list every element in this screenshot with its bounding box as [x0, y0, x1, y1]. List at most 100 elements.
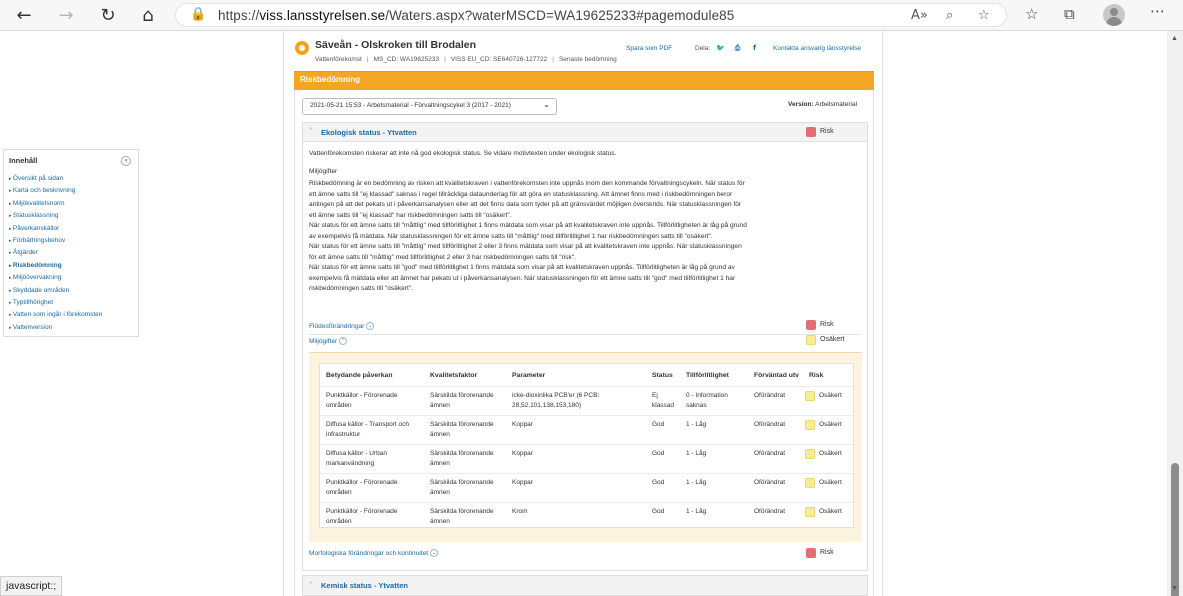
contact-link[interactable]: Kontakta ansvarig länsstyrelse: [773, 45, 861, 52]
toc-item[interactable]: Översikt på sidan: [9, 173, 133, 185]
scroll-up-icon[interactable]: ▲: [1171, 35, 1178, 42]
table-row: Diffusa källor - Urban markanvändning Särs…: [320, 444, 853, 473]
morphology-status-label: Risk: [820, 549, 834, 556]
forward-arrow-icon[interactable]: →: [54, 4, 78, 26]
toc-item[interactable]: Vatten som ingår i förekomsten: [9, 309, 133, 321]
chevron-down-icon: ˅: [309, 581, 313, 590]
risk-indicator-icon: [806, 320, 816, 330]
table-cell-status: Ej klassad: [652, 392, 675, 409]
table-cell-tillforlitlighet: 1 - Låg: [686, 450, 707, 457]
toc-item[interactable]: Statusklassning: [9, 210, 133, 222]
toc-item[interactable]: Typtillhörighet: [9, 297, 133, 309]
text-line: ett ämne satts till "ej klassad" har ris…: [309, 211, 512, 219]
toc-item[interactable]: Vattenversion: [9, 322, 133, 334]
miljogifter-table: Betydande påverkan Kvalitetsfaktor Param…: [319, 363, 854, 528]
miljogifter-status-label: Osäkert: [820, 336, 845, 343]
home-icon[interactable]: ⌂: [136, 4, 160, 26]
collapse-icon: ⌃: [339, 337, 348, 345]
text-line: antingen på att det pekats ut i påverkan…: [309, 201, 742, 208]
toc-item[interactable]: Påverkanskällor: [9, 223, 133, 235]
miljogifter-heading: Miljögifter: [309, 168, 338, 175]
table-cell-paverkan: Punktkällor - Förorenade områden: [326, 392, 398, 409]
toc-item[interactable]: Karta och beskrivning: [9, 185, 133, 197]
back-arrow-icon[interactable]: ←: [12, 4, 36, 26]
more-icon[interactable]: ⋯: [1150, 2, 1165, 20]
toc-item[interactable]: Riskbedömning: [9, 260, 133, 272]
ecological-summary: Vattenförekomsten riskerar att inte nå g…: [309, 150, 617, 157]
risk-indicator-icon: [806, 548, 816, 558]
table-cell-status: God: [652, 479, 665, 486]
table-cell-risk: Osäkert: [819, 421, 842, 428]
text-line: När status för ett ämne satts till "mått…: [309, 222, 747, 229]
toc-item[interactable]: Miljökvalitetsnorm: [9, 198, 133, 210]
uncertain-indicator-icon: [805, 391, 815, 401]
toc-item[interactable]: Skyddade områden: [9, 285, 133, 297]
toc-item[interactable]: Förbättringsbehov: [9, 235, 133, 247]
ecological-status-panel: ˅ Ekologisk status - Ytvatten Risk Vatte…: [302, 122, 868, 571]
table-row: Punktkällor - Förorenade områden Särskilda…: [320, 502, 853, 531]
water-body-meta: Vattenförekomst | MS_CD: WA19625233 | VISS E…: [315, 56, 617, 63]
chemical-status-header[interactable]: ˅ Kemisk status - Ytvatten: [302, 575, 868, 596]
address-bar[interactable]: 🔒 https://viss.lansstyrelsen.se/Waters.a…: [175, 3, 1007, 27]
scrollbar-thumb[interactable]: [1171, 463, 1179, 596]
chevron-down-icon: ˅: [309, 127, 313, 136]
version-info: Version: Arbetsmaterial: [788, 101, 858, 108]
favorites-icon[interactable]: ☆: [1025, 5, 1038, 23]
column-header: Förväntad utv: [754, 372, 799, 379]
page-scrollbar[interactable]: ▲ ▼: [1167, 31, 1183, 596]
read-aloud-icon[interactable]: A»: [911, 8, 928, 23]
collections-icon[interactable]: ⧉: [1064, 5, 1075, 23]
uncertain-indicator-icon: [806, 335, 816, 345]
save-pdf-link[interactable]: Spara som PDF: [626, 45, 672, 52]
morphology-toggle[interactable]: Morfologiska förändringar och kontinuite…: [309, 549, 439, 557]
section-title: Riskbedömning: [300, 75, 361, 84]
table-cell-status: God: [652, 450, 665, 457]
browser-toolbar: ← → ↻ ⌂ 🔒 https://viss.lansstyrelsen.se/…: [0, 0, 1183, 31]
flow-changes-toggle[interactable]: Flödesförändringar ⌄: [309, 322, 375, 330]
table-cell-paverkan: Punktkällor - Förorenade områden: [326, 479, 398, 496]
table-cell-parameter: Koppar: [512, 450, 533, 457]
url-text[interactable]: https://viss.lansstyrelsen.se/Waters.asp…: [218, 8, 734, 23]
ecological-status-header[interactable]: ˅ Ekologisk status - Ytvatten Risk: [303, 123, 867, 142]
table-cell-faktor: Särskilda förorenande ämnen: [430, 421, 494, 438]
table-cell-utv: Oförändrat: [754, 508, 786, 515]
table-row: Punktkällor - Förorenade områden Särskilda…: [320, 386, 853, 415]
text-line: När status för ett ämne satts till "god"…: [309, 264, 735, 271]
table-cell-risk: Osäkert: [819, 508, 842, 515]
assessment-version-select[interactable]: 2021-05-21 15:53 - Arbetsmaterial - Förv…: [302, 98, 557, 115]
table-cell-parameter: Koppar: [512, 421, 533, 428]
status-bar: javascript:;: [0, 576, 63, 596]
divider: [309, 334, 861, 335]
profile-avatar[interactable]: [1103, 4, 1125, 26]
table-cell-utv: Oförändrat: [754, 450, 786, 457]
section-header: Riskbedömning: [294, 71, 874, 90]
table-cell-paverkan: Diffusa källor - Urban markanvändning: [326, 450, 387, 467]
water-body-name: Säveån - Olskroken till Brodalen: [315, 39, 477, 51]
table-cell-risk: Osäkert: [819, 479, 842, 486]
miljogifter-toggle[interactable]: Miljögifter ⌃: [309, 337, 348, 345]
refresh-icon[interactable]: ↻: [96, 4, 120, 26]
column-header: Parameter: [512, 372, 546, 379]
table-cell-faktor: Särskilda förorenande ämnen: [430, 450, 494, 467]
zoom-icon[interactable]: ⌕: [946, 8, 953, 23]
toc-collapse-icon[interactable]: «: [121, 156, 131, 166]
lansstyrelsen-logo-icon: [295, 41, 309, 55]
table-cell-paverkan: Punktkällor - Förorenade områden: [326, 508, 398, 525]
table-cell-tillforlitlighet: 1 - Låg: [686, 421, 707, 428]
expand-icon: ⌄: [366, 322, 375, 330]
toc-item[interactable]: Miljöövervakning: [9, 272, 133, 284]
print-icon[interactable]: ⎙: [732, 43, 743, 54]
column-header: Betydande påverkan: [326, 372, 393, 379]
twitter-icon[interactable]: 🐦: [715, 43, 726, 54]
column-header: Risk: [809, 372, 824, 379]
add-favorite-icon[interactable]: ☆: [978, 8, 990, 23]
chemical-status-title: Kemisk status - Ytvatten: [321, 581, 408, 590]
miljogifter-panel: Betydande påverkan Kvalitetsfaktor Param…: [309, 352, 862, 542]
toc-list: Översikt på sidanKarta och beskrivningMi…: [9, 173, 133, 334]
risk-explanation-text: Riskbedömning är en bedömning av risken …: [309, 179, 809, 295]
table-cell-risk: Osäkert: [819, 450, 842, 457]
scroll-down-icon[interactable]: ▼: [1171, 585, 1178, 592]
toc-item[interactable]: Åtgärder: [9, 247, 133, 259]
table-cell-utv: Oförändrat: [754, 421, 786, 428]
facebook-icon[interactable]: f: [749, 43, 760, 54]
